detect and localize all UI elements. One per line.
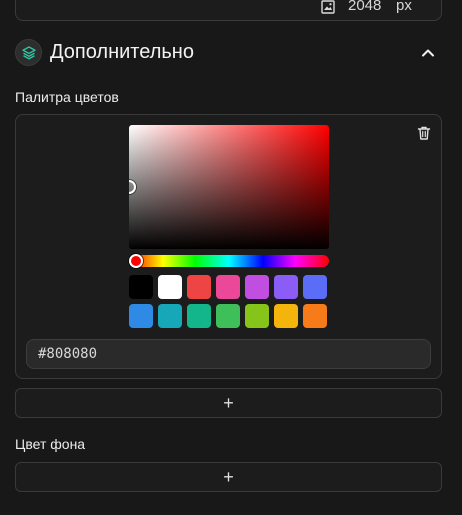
section-title: Дополнительно (50, 41, 194, 63)
color-swatch[interactable] (274, 275, 298, 299)
color-swatch[interactable] (187, 304, 211, 328)
preset-swatches (129, 275, 329, 328)
color-swatch[interactable] (158, 275, 182, 299)
color-swatch[interactable] (274, 304, 298, 328)
hex-color-input[interactable] (26, 339, 431, 369)
color-swatch[interactable] (303, 304, 327, 328)
color-picker-card (15, 114, 442, 379)
color-swatch[interactable] (245, 304, 269, 328)
color-swatch[interactable] (216, 275, 240, 299)
add-color-label: + (223, 393, 234, 413)
color-swatch[interactable] (129, 304, 153, 328)
palette-label: Палитра цветов (15, 89, 119, 105)
saturation-value-area[interactable] (129, 125, 329, 249)
background-color-label: Цвет фона (15, 436, 86, 452)
image-size-card: 2048 px (15, 0, 442, 21)
chevron-up-icon[interactable] (417, 42, 439, 64)
hue-slider[interactable] (129, 254, 329, 268)
hue-handle[interactable] (129, 254, 143, 268)
color-swatch[interactable] (216, 304, 240, 328)
saturation-value-handle[interactable] (129, 179, 136, 194)
color-swatch[interactable] (129, 275, 153, 299)
image-size-unit: px (396, 0, 412, 14)
color-swatch[interactable] (158, 304, 182, 328)
image-size-value: 2048 (348, 0, 382, 14)
trash-icon[interactable] (416, 125, 432, 141)
image-size-icon (321, 0, 335, 14)
color-swatch[interactable] (303, 275, 327, 299)
add-background-color-button[interactable]: + (15, 462, 442, 492)
add-background-color-label: + (223, 467, 234, 487)
layers-icon (15, 39, 42, 66)
add-color-button[interactable]: + (15, 388, 442, 418)
color-swatch[interactable] (245, 275, 269, 299)
color-swatch[interactable] (187, 275, 211, 299)
additional-section-header[interactable]: Дополнительно (15, 39, 440, 69)
